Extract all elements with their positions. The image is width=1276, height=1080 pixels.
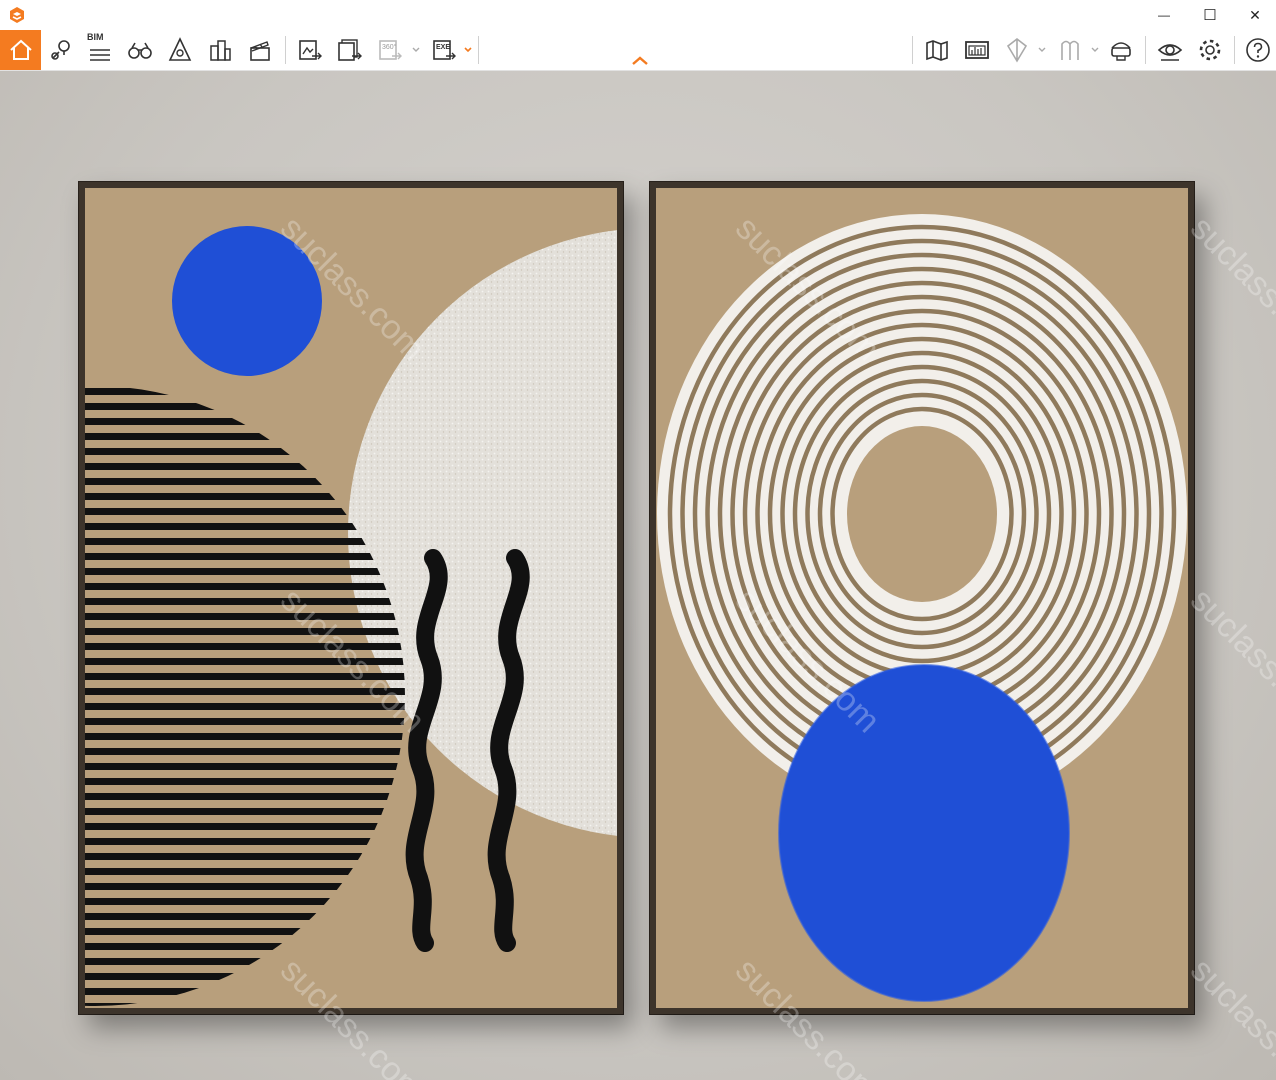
clapperboard-icon [250, 41, 270, 61]
location-pin-icon [51, 40, 70, 60]
left-artwork-frame [79, 182, 623, 1014]
section-button[interactable] [998, 30, 1036, 70]
export-exe-button[interactable]: EXE [425, 30, 463, 70]
settings-icon [1199, 39, 1221, 61]
perspective-icon [168, 37, 192, 61]
render-viewport[interactable]: suclass.com suclass.com suclass.com sucl… [0, 71, 1276, 1080]
maximize-icon: ☐ [1203, 7, 1217, 24]
collapse-toolbar-icon[interactable] [630, 54, 650, 68]
watermark-text: suclass.com [1183, 581, 1276, 741]
toolbar-separator [912, 36, 913, 64]
export-360-button[interactable]: 360° [371, 30, 409, 70]
help-icon [1246, 38, 1270, 62]
left-artwork-canvas [85, 188, 617, 1008]
chevron-down-icon[interactable] [411, 44, 421, 54]
chevron-down-orange-icon[interactable] [463, 44, 473, 54]
compare-icon [1061, 40, 1079, 60]
left-artwork [85, 226, 617, 1006]
right-artwork-frame [650, 182, 1194, 1014]
maximize-button[interactable]: ☐ [1187, 0, 1233, 30]
vr-icon [1111, 42, 1131, 61]
buildings-button[interactable] [201, 30, 239, 70]
toolbar-separator [478, 36, 479, 64]
right-artwork-canvas [656, 188, 1188, 1008]
vr-button[interactable] [1102, 30, 1140, 70]
toolbar-separator [1145, 36, 1146, 64]
chevron-down-icon[interactable] [1037, 44, 1047, 54]
bim-menu-button[interactable]: BIM [81, 30, 119, 70]
badge-360-label: 360° [382, 44, 397, 51]
view-icon [1157, 44, 1183, 61]
close-icon: ✕ [1249, 6, 1261, 23]
perspective-button[interactable] [161, 30, 199, 70]
bim-label: BIM [87, 32, 104, 42]
compare-button[interactable] [1051, 30, 1089, 70]
toolbar-separator [285, 36, 286, 64]
buildings-icon [210, 40, 231, 61]
home-button[interactable] [0, 30, 41, 70]
animation-button[interactable] [241, 30, 279, 70]
export-image-icon [299, 40, 322, 60]
close-button[interactable]: ✕ [1232, 0, 1276, 30]
home-icon [9, 39, 32, 60]
export-image-button[interactable] [291, 30, 329, 70]
view-button[interactable] [1151, 30, 1189, 70]
chevron-down-icon[interactable] [1090, 44, 1100, 54]
toolbar-separator [1234, 36, 1235, 64]
panel-button[interactable] [958, 30, 996, 70]
minimize-button[interactable]: — [1141, 0, 1187, 30]
settings-button[interactable] [1191, 30, 1229, 70]
minimize-icon: — [1158, 8, 1170, 22]
panel-icon [965, 41, 989, 59]
app-logo-icon [10, 7, 24, 23]
map-button[interactable] [918, 30, 956, 70]
export-multi-image-icon [338, 39, 362, 61]
binoculars-icon [128, 42, 152, 59]
watermark-text: suclass.com [1183, 951, 1276, 1080]
help-button[interactable] [1239, 30, 1276, 70]
badge-exe-label: EXE [436, 44, 451, 51]
watermark-text: suclass.com [1183, 209, 1276, 369]
map-icon [926, 40, 948, 61]
walkthrough-button[interactable] [121, 30, 159, 70]
section-icon [1006, 37, 1028, 63]
right-artwork [657, 214, 1187, 1002]
title-bar: — ☐ ✕ [0, 0, 1276, 31]
location-button[interactable] [42, 30, 80, 70]
export-multi-image-button[interactable] [331, 30, 369, 70]
